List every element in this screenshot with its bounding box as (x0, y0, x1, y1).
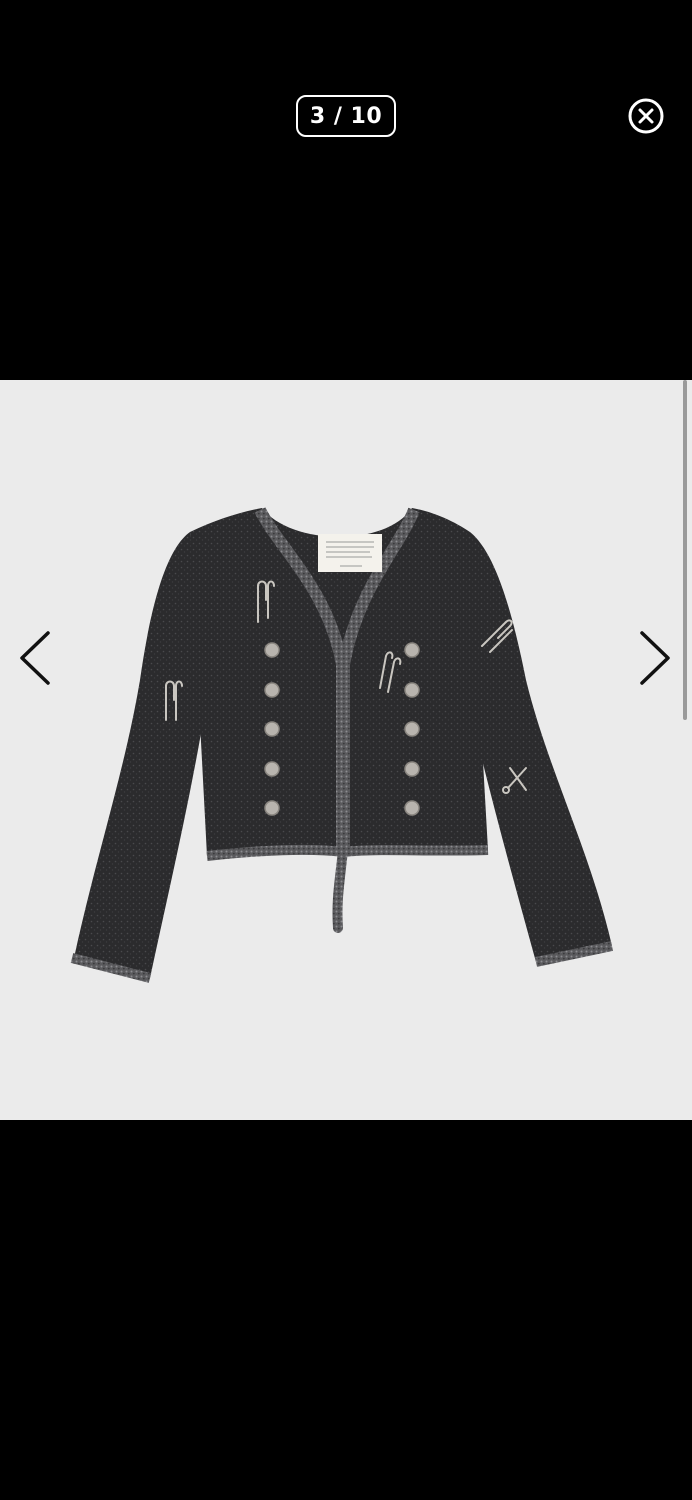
image-counter-text: 3 / 10 (309, 103, 383, 129)
close-button[interactable] (626, 96, 666, 136)
scrollbar[interactable] (683, 380, 687, 720)
chevron-left-icon (20, 631, 50, 685)
previous-image-button[interactable] (14, 628, 54, 688)
close-circle-icon (628, 98, 664, 134)
next-image-button[interactable] (636, 628, 676, 688)
product-image (0, 380, 692, 1120)
chevron-right-icon (640, 631, 670, 685)
cardigan-photo (70, 507, 614, 983)
image-counter: 3 / 10 (296, 95, 396, 137)
